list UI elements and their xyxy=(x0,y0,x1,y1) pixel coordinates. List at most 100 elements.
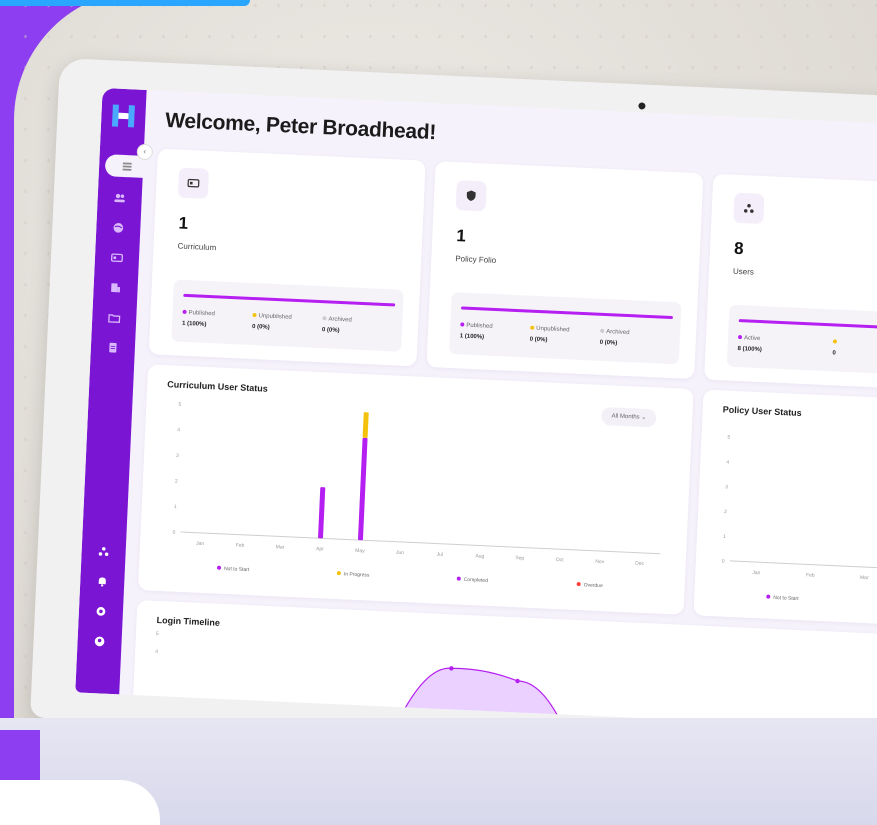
legend-other: 0 xyxy=(832,339,839,356)
published-progress-bar xyxy=(461,306,673,320)
stat-label: Policy Folio xyxy=(455,254,497,265)
stat-label: Users xyxy=(732,266,755,277)
sidebar-item-buildings[interactable] xyxy=(101,276,130,299)
top-accent-strip xyxy=(0,0,250,6)
y-tick-label: 5 xyxy=(178,402,181,408)
legend-label: In Progress xyxy=(344,571,370,578)
policy-status-card: Policy User Status 012345JanFebMarAprNot… xyxy=(693,389,877,628)
x-tick-label: Feb xyxy=(236,542,245,548)
page-title: Welcome, Peter Broadhead! xyxy=(164,108,437,145)
globe-icon xyxy=(113,223,124,233)
legend-dot xyxy=(456,576,461,581)
x-tick-label: Feb xyxy=(806,572,815,578)
dashboard-app: ‹ Welcome, Peter Broadhead! 1 Curriculum… xyxy=(75,87,877,731)
y-tick-label: 2 xyxy=(175,478,178,484)
y-tick-label: 1 xyxy=(174,504,177,510)
policy-bar-chart: 012345JanFebMarAprNot to Start xyxy=(722,435,877,602)
x-tick-label: Sep xyxy=(515,555,524,561)
curriculum-bar-chart: 0 1 2 3 4 5 Jan Feb Mar Apr May Jun Jul Aug Sep Oct Nov D… xyxy=(172,402,661,589)
building-icon xyxy=(111,283,121,293)
legend-published: Published 1 (100%) xyxy=(459,322,493,341)
bar-not-to-start xyxy=(318,487,326,539)
y-tick-label: 5 xyxy=(156,631,159,637)
h-logo-icon[interactable] xyxy=(109,100,138,131)
stat-breakdown: Published 1 (100%) Unpublished 0 (0%) Arch… xyxy=(171,279,404,352)
team-icon xyxy=(733,192,765,225)
y-tick-label: 2 xyxy=(724,509,727,515)
legend-label: Not to Start xyxy=(773,595,799,602)
legend-label: Overdue xyxy=(583,582,603,589)
sidebar xyxy=(75,87,150,695)
x-tick-label: Mar xyxy=(276,544,285,550)
sidebar-item-folders[interactable] xyxy=(100,306,129,329)
y-tick-label: 4 xyxy=(177,427,180,433)
laptop-screen: ‹ Welcome, Peter Broadhead! 1 Curriculum… xyxy=(30,58,877,758)
id-card-icon xyxy=(110,253,123,263)
legend-dot xyxy=(217,565,222,570)
stat-value: 8 xyxy=(733,238,744,259)
bell-icon xyxy=(98,577,106,587)
x-tick-label: Nov xyxy=(595,559,605,565)
legend-dot xyxy=(576,582,581,587)
login-area-chart: 54 xyxy=(155,631,582,731)
team-icon xyxy=(98,547,109,556)
sidebar-item-notifications[interactable] xyxy=(88,570,117,593)
active-progress-bar xyxy=(738,319,877,332)
legend-published: Published 1 (100%) xyxy=(181,309,216,328)
y-tick-label: 1 xyxy=(723,534,726,540)
sidebar-item-globe[interactable] xyxy=(104,216,133,239)
x-tick-label: Jul xyxy=(437,552,444,558)
legend-label: Not to Start xyxy=(224,566,250,573)
stat-breakdown: Active 8 (100%) 0 xyxy=(726,304,877,377)
users-icon xyxy=(114,193,125,203)
settings-icon xyxy=(96,607,106,616)
profile-icon xyxy=(94,636,105,647)
login-timeline-card: Login Timeline 54 xyxy=(131,600,877,731)
legend-unpublished: Unpublished 0 (0%) xyxy=(251,313,292,331)
y-tick-label: 4 xyxy=(726,459,729,465)
folder-icon xyxy=(108,314,121,324)
y-tick-label: 0 xyxy=(722,559,725,565)
x-tick-label: Apr xyxy=(316,546,324,552)
legend-dot xyxy=(336,571,341,576)
legend-label: Completed xyxy=(464,577,489,584)
legend-dot xyxy=(766,594,771,599)
stat-label: Curriculum xyxy=(177,241,217,253)
sidebar-item-documents[interactable] xyxy=(98,336,127,359)
chevron-left-icon[interactable]: ‹ xyxy=(136,143,154,161)
sidebar-item-settings[interactable] xyxy=(86,600,115,623)
stat-value: 1 xyxy=(178,213,189,233)
stat-card-policy: 1 Policy Folio Published 1 (100%) Unpubli… xyxy=(426,161,704,380)
shield-icon xyxy=(455,180,487,212)
bar-in-progress xyxy=(362,412,369,438)
stat-value: 1 xyxy=(455,226,467,246)
sidebar-item-users[interactable] xyxy=(105,186,134,209)
legend-unpublished: Unpublished 0 (0%) xyxy=(529,325,570,344)
stat-card-curriculum: 1 Curriculum Published 1 (100%) Unpublish… xyxy=(148,148,426,367)
x-tick-label: Oct xyxy=(556,557,565,563)
stat-breakdown: Published 1 (100%) Unpublished 0 (0%) Arch… xyxy=(448,292,682,365)
id-card-icon xyxy=(177,167,210,199)
photo-frame: ‹ Welcome, Peter Broadhead! 1 Curriculum… xyxy=(0,0,877,825)
x-tick-label: May xyxy=(355,548,365,554)
document-icon xyxy=(109,342,117,353)
y-tick-label: 3 xyxy=(176,453,179,459)
white-corner xyxy=(0,780,160,825)
y-tick-label: 0 xyxy=(172,530,175,536)
y-tick-label: 4 xyxy=(155,649,158,655)
bar-not-to-start xyxy=(357,437,368,541)
curriculum-status-card: Curriculum User Status All Months ⌄ 0123… xyxy=(137,364,694,615)
x-tick-label: Mar xyxy=(860,575,869,581)
sidebar-item-cards[interactable] xyxy=(103,246,132,269)
webcam-dot xyxy=(638,102,646,110)
x-tick-label: Jun xyxy=(396,550,405,556)
dashboard-icon xyxy=(122,162,132,171)
x-tick-label: Jan xyxy=(752,570,761,576)
stat-card-users: 8 Users Active 8 (100%) 0 xyxy=(704,173,877,392)
sidebar-item-team[interactable] xyxy=(89,540,118,563)
x-tick-label: Aug xyxy=(475,553,484,559)
sidebar-item-profile[interactable] xyxy=(85,630,114,653)
x-axis-line xyxy=(180,531,661,555)
y-tick-label: 5 xyxy=(727,435,730,441)
legend-archived: Archived 0 (0%) xyxy=(321,316,352,334)
